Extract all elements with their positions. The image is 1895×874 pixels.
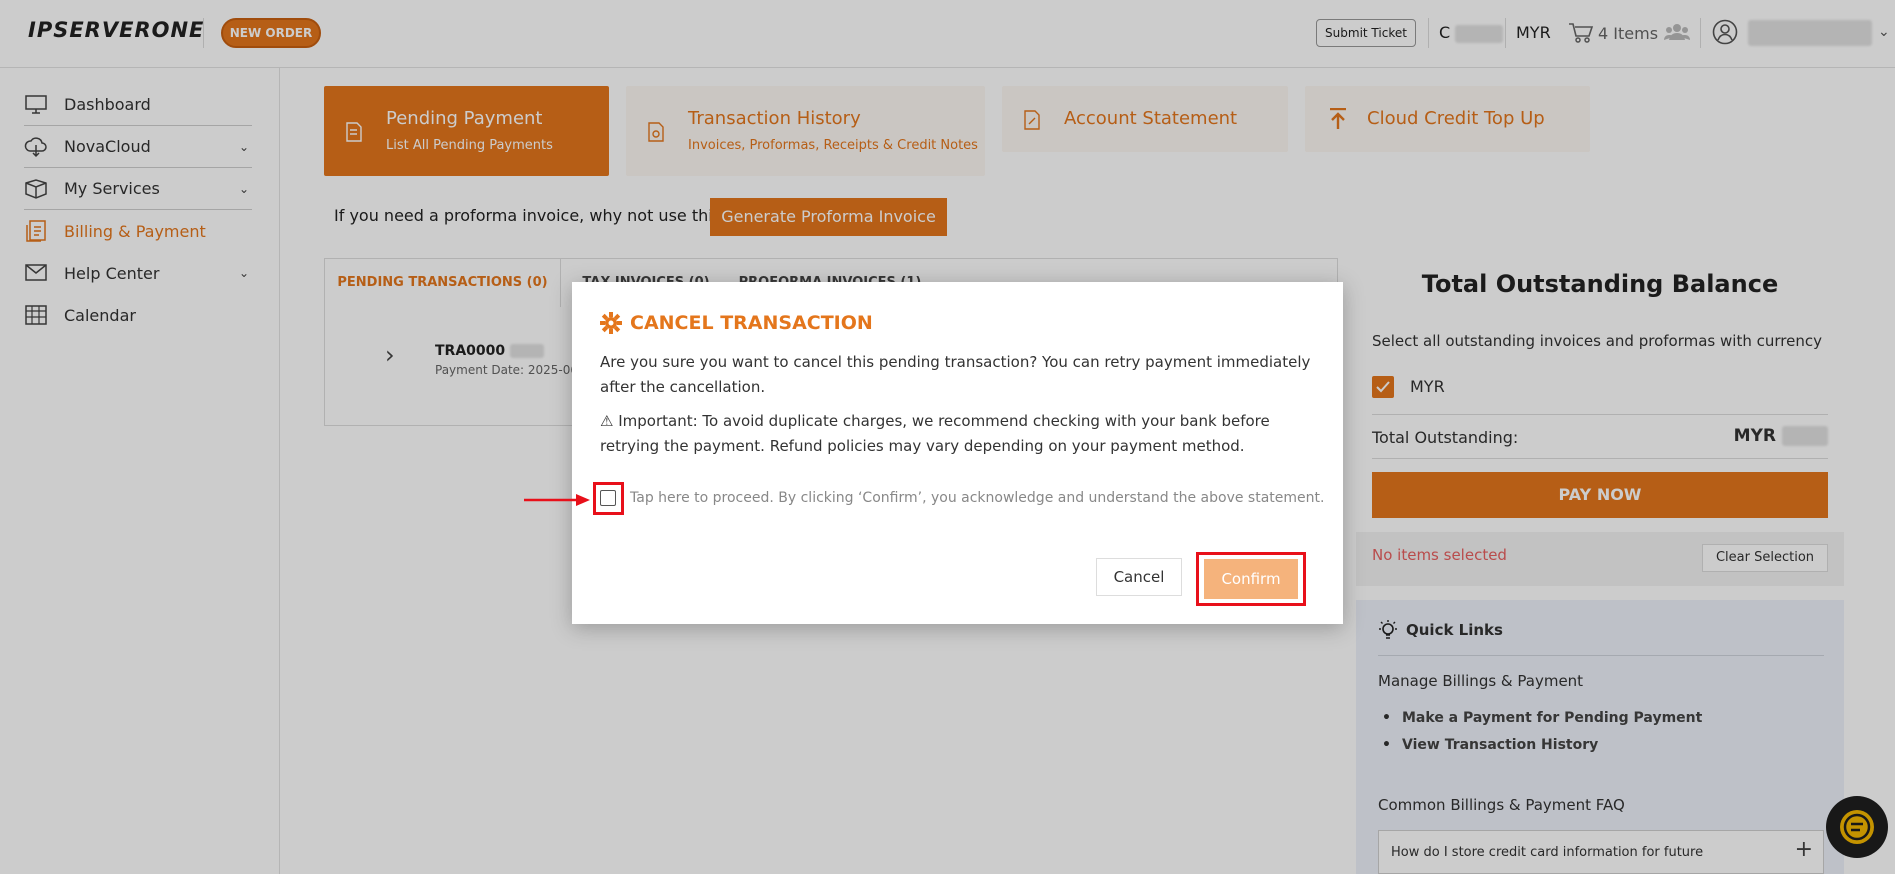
cancel-transaction-dialog: CANCEL TRANSACTION Are you sure you want… [572,282,1343,624]
checkbox-highlight-box [593,482,624,515]
dialog-warning: ⚠ Important: To avoid duplicate charges,… [600,412,1270,455]
cancel-button[interactable]: Cancel [1096,558,1182,596]
acknowledge-label[interactable]: Tap here to proceed. By clicking ‘Confir… [630,490,1324,506]
dialog-message: Are you sure you want to cancel this pen… [600,353,1311,396]
confirm-button[interactable]: Confirm [1204,559,1298,599]
red-arrow-annotation [524,494,590,506]
gear-icon [600,312,622,334]
dialog-title-text: CANCEL TRANSACTION [630,312,873,334]
dialog-title: CANCEL TRANSACTION [600,312,873,334]
